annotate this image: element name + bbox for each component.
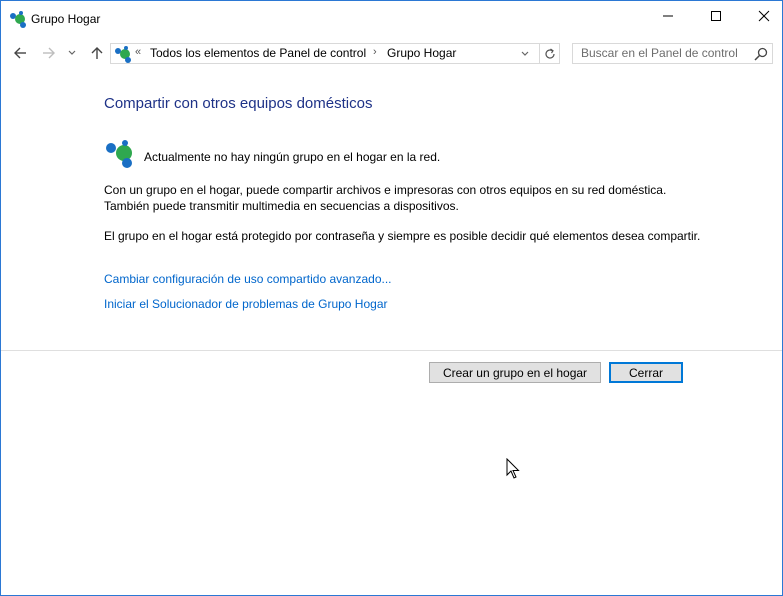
close-icon bbox=[758, 10, 770, 22]
address-bar[interactable]: « Todos los elementos de Panel de contro… bbox=[110, 43, 560, 64]
window-title: Grupo Hogar bbox=[31, 12, 101, 26]
maximize-icon bbox=[711, 11, 721, 21]
refresh-icon bbox=[545, 48, 555, 59]
homegroup-status-text: Actualmente no hay ningún grupo en el ho… bbox=[144, 150, 441, 164]
divider bbox=[1, 350, 782, 351]
navigation-bar: « Todos los elementos de Panel de contro… bbox=[1, 39, 782, 69]
homegroup-icon bbox=[115, 46, 131, 63]
chevron-down-icon bbox=[521, 51, 529, 56]
up-arrow-icon bbox=[91, 47, 103, 59]
refresh-button[interactable] bbox=[539, 44, 560, 63]
advanced-sharing-settings-link[interactable]: Cambiar configuración de uso compartido … bbox=[104, 272, 392, 286]
breadcrumb-control-panel[interactable]: Todos los elementos de Panel de control bbox=[150, 46, 366, 60]
address-dropdown-button[interactable] bbox=[517, 44, 533, 63]
up-button[interactable] bbox=[87, 43, 107, 63]
mouse-pointer-icon bbox=[506, 458, 520, 479]
search-placeholder: Buscar en el Panel de control bbox=[581, 46, 738, 60]
close-window-button[interactable] bbox=[741, 1, 782, 31]
create-homegroup-button[interactable]: Crear un grupo en el hogar bbox=[429, 362, 601, 383]
recent-locations-button[interactable] bbox=[65, 43, 79, 63]
chevron-down-icon bbox=[68, 50, 76, 55]
page-heading: Compartir con otros equipos domésticos bbox=[104, 95, 373, 112]
maximize-button[interactable] bbox=[693, 1, 739, 31]
forward-button[interactable] bbox=[39, 43, 59, 63]
minimize-button[interactable] bbox=[645, 1, 691, 31]
search-input[interactable]: Buscar en el Panel de control bbox=[572, 43, 773, 64]
homegroup-window: Grupo Hogar « Todos los elementos de Pan… bbox=[0, 0, 783, 596]
minimize-icon bbox=[663, 15, 673, 17]
description-paragraph: Con un grupo en el hogar, puede comparti… bbox=[104, 183, 667, 213]
close-button[interactable]: Cerrar bbox=[609, 362, 683, 383]
breadcrumb-separator[interactable]: › bbox=[373, 46, 377, 58]
homegroup-troubleshooter-link[interactable]: Iniciar el Solucionador de problemas de … bbox=[104, 297, 388, 311]
homegroup-icon bbox=[10, 11, 26, 28]
breadcrumb-homegroup[interactable]: Grupo Hogar bbox=[387, 46, 456, 60]
breadcrumb-overflow[interactable]: « bbox=[135, 46, 141, 58]
back-arrow-icon bbox=[14, 47, 26, 59]
security-paragraph: El grupo en el hogar está protegido por … bbox=[104, 229, 701, 243]
search-icon[interactable] bbox=[753, 46, 769, 62]
homegroup-icon bbox=[106, 140, 132, 168]
title-bar[interactable]: Grupo Hogar bbox=[1, 1, 782, 39]
forward-arrow-icon bbox=[43, 47, 55, 59]
back-button[interactable] bbox=[10, 43, 30, 63]
